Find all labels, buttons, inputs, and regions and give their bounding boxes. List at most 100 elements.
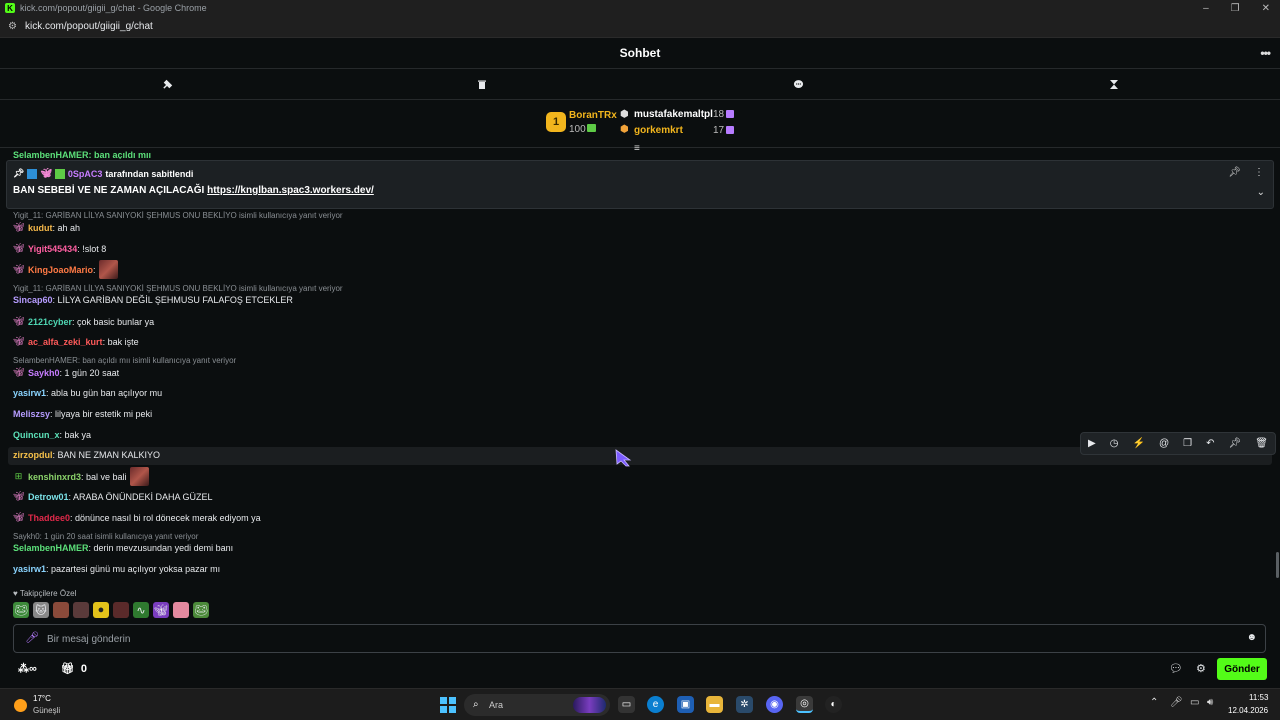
settings-gear-icon[interactable]: ⚙ <box>1196 662 1206 675</box>
mention-icon[interactable]: @ <box>1159 438 1169 449</box>
message-username[interactable]: SelambenHAMER <box>13 543 89 553</box>
pinned-link[interactable]: https://knglban.spac3.workers.dev/ <box>207 185 374 196</box>
taskbar-search[interactable]: ⌕ Ara <box>464 694 610 716</box>
message-username[interactable]: Saykh0 <box>28 368 60 378</box>
message-username[interactable]: Yigit545434 <box>28 244 77 254</box>
emote-image[interactable] <box>98 260 118 279</box>
clock-date[interactable]: 12.04.2026 <box>1228 706 1268 715</box>
media-app-icon[interactable]: ◐ <box>825 696 842 713</box>
microphone-icon[interactable]: 🎤︎ <box>25 631 39 644</box>
chat-message[interactable]: 🦋︎ Saykh0 : 1 gün 20 saat <box>13 367 119 378</box>
message-username[interactable]: Sincap60 <box>13 295 53 305</box>
play-icon[interactable]: ▶ <box>1088 438 1096 449</box>
windows-start-icon[interactable] <box>440 697 456 713</box>
message-input[interactable] <box>47 630 1227 648</box>
hourglass-icon[interactable] <box>1107 77 1121 91</box>
timeout-clock-icon[interactable]: ◷ <box>1110 438 1119 449</box>
chat-bubble-icon[interactable] <box>791 77 805 91</box>
message-username[interactable]: Quincun_x <box>13 430 60 440</box>
chat-message[interactable]: yasirw1 : abla bu gün ban açılıyor mu <box>13 388 162 398</box>
file-explorer-icon[interactable]: ▬ <box>706 696 723 713</box>
chat-message[interactable]: 🦋︎ ac_alfa_zeki_kurt : bak işte <box>13 336 139 347</box>
chat-message[interactable]: 🦋︎ Yigit545434 : !slot 8 <box>13 243 106 254</box>
emote-image[interactable] <box>129 467 149 486</box>
edge-browser-icon[interactable]: e <box>647 696 664 713</box>
clock-time[interactable]: 11:53 <box>1249 693 1268 702</box>
minimize-button[interactable]: – <box>1203 3 1209 14</box>
chat-message[interactable]: SelambenHAMER : derin mevzusundan yedi d… <box>13 543 233 553</box>
message-username[interactable]: yasirw1 <box>13 388 46 398</box>
delete-message-icon[interactable]: 🗑︎ <box>1255 438 1268 449</box>
chat-message[interactable]: Sincap60 : LİLYA GARİBAN DEĞİL ŞEHMUSU F… <box>13 295 293 305</box>
sun-weather-icon[interactable] <box>14 699 27 712</box>
leader-third-name[interactable]: gorkemkrt <box>634 125 683 136</box>
chat-message[interactable]: Quincun_x : bak ya <box>13 430 91 440</box>
message-username[interactable]: yasirw1 <box>13 564 46 574</box>
restore-button[interactable]: ❐ <box>1231 3 1240 14</box>
chat-scrollbar[interactable] <box>1276 552 1279 578</box>
emoji-picker-icon[interactable]: ☻ <box>1246 632 1257 643</box>
weather-temperature[interactable]: 17°C <box>33 694 51 703</box>
close-button[interactable]: ✕ <box>1262 3 1270 14</box>
cat-emote-icon[interactable]: 🐱︎ <box>33 602 49 618</box>
bird-emote-icon[interactable]: ● <box>93 602 109 618</box>
butterfly-emote-icon[interactable]: 🦋︎ <box>153 602 169 618</box>
message-username[interactable]: KingJoaoMario <box>28 265 93 275</box>
message-username[interactable]: kenshinxrd3 <box>28 472 81 482</box>
reply-icon[interactable]: ↶ <box>1206 438 1214 449</box>
chat-message[interactable]: 🦋︎ Detrow01 : ARABA ÖNÜNDEKİ DAHA GÜZEL <box>13 491 213 502</box>
message-username[interactable]: zirzopdul <box>13 450 53 460</box>
frog-emote-icon[interactable]: 🐸︎ <box>13 602 29 618</box>
message-username[interactable]: 2121cyber <box>28 317 72 327</box>
chat-message[interactable]: 🦋︎ kudut : ah ah <box>13 222 80 233</box>
pink-emote-icon[interactable] <box>173 602 189 618</box>
chat-message[interactable]: yasirw1 : pazartesi günü mu açılıyor yok… <box>13 564 220 574</box>
chat-message[interactable]: 🦋︎ KingJoaoMario : <box>13 260 118 279</box>
chrome-icon[interactable]: ◎ <box>796 696 813 713</box>
chat-users-icon[interactable]: 💬︎ <box>1169 662 1183 675</box>
chat-message[interactable]: 🦋︎ 2121cyber : çok basic bunlar ya <box>13 316 154 327</box>
trash-icon[interactable] <box>475 77 489 91</box>
network-icon[interactable]: ▭ <box>1190 697 1199 708</box>
copy-icon[interactable]: ❐ <box>1183 438 1192 449</box>
photo-emote-icon[interactable] <box>53 602 69 618</box>
tray-chevron-icon[interactable]: ⌃ <box>1150 697 1158 708</box>
message-username[interactable]: Thaddee0 <box>28 513 70 523</box>
frog-emote-icon[interactable]: 🐸︎ <box>193 602 209 618</box>
volume-icon[interactable]: 🔊︎ <box>1207 697 1213 708</box>
leader-second-name[interactable]: mustafakemaltpl <box>634 109 713 120</box>
message-username[interactable]: kudut <box>28 223 53 233</box>
chat-message[interactable]: Meliszsy : lilyaya bir estetik mi peki <box>13 409 152 419</box>
message-username[interactable]: ac_alfa_zeki_kurt <box>28 337 103 347</box>
person-emote-icon[interactable] <box>113 602 129 618</box>
pin-menu-icon[interactable]: ⋮ <box>1254 167 1264 178</box>
site-settings-icon[interactable]: ⚙ <box>8 21 17 32</box>
chat-message[interactable]: 🦋︎ Thaddee0 : dönünce nasıl bi rol dönec… <box>13 512 261 523</box>
store-icon[interactable]: ▣ <box>677 696 694 713</box>
photo-emote-icon[interactable] <box>73 602 89 618</box>
message-username[interactable]: Meliszsy <box>13 409 50 419</box>
chat-message-hovered[interactable]: zirzopdul : BAN NE ZMAN KALKIYO <box>13 450 160 460</box>
pin-message-icon[interactable]: 📌︎ <box>1229 438 1242 449</box>
collapse-pins-icon[interactable]: ≡ <box>634 143 640 154</box>
address-bar[interactable]: ⚙ kick.com/popout/giigii_g/chat <box>0 16 1280 38</box>
chevron-down-icon[interactable]: ⌄ <box>1257 187 1265 198</box>
slow-mode-icon[interactable]: ⚡ <box>1132 438 1144 449</box>
settings-app-icon[interactable]: ✲ <box>736 696 753 713</box>
weather-condition[interactable]: Güneşli <box>33 706 60 715</box>
snake-emote-icon[interactable]: ∿ <box>133 602 149 618</box>
follower-link-icon[interactable]: ⁂∞ <box>18 662 37 675</box>
message-input-box[interactable]: 🎤︎ ☻ <box>13 624 1266 653</box>
microphone-tray-icon[interactable]: 🎤︎ <box>1170 697 1183 708</box>
unpin-icon[interactable]: 📌︎ <box>1228 167 1241 178</box>
gift-box-icon[interactable]: 🎁︎ <box>61 662 75 675</box>
url-text[interactable]: kick.com/popout/giigii_g/chat <box>25 21 153 32</box>
message-username[interactable]: Detrow01 <box>28 492 69 502</box>
task-view-icon[interactable]: ▭ <box>618 696 635 713</box>
discord-icon[interactable]: ◉ <box>766 696 783 713</box>
hammer-icon[interactable] <box>160 77 174 91</box>
send-button[interactable]: Gönder <box>1217 658 1267 680</box>
more-options-icon[interactable]: ••• <box>1260 46 1271 60</box>
chat-message[interactable]: ⊞ kenshinxrd3 : bal ve bali <box>13 467 149 486</box>
pinned-by-user[interactable]: 0SpAC3 <box>68 169 103 179</box>
